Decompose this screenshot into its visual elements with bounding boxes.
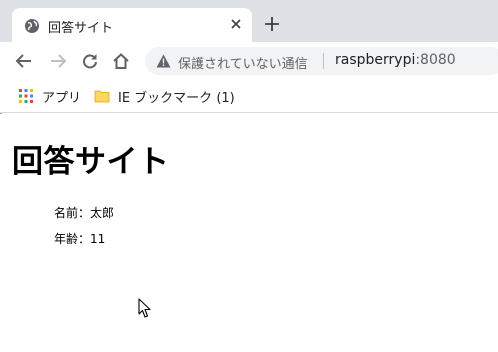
omnibox-divider [323,53,324,69]
bookmark-apps[interactable]: アプリ [18,87,88,107]
page-content: 回答サイト 名前：太郎 年齢：11 [0,114,498,352]
close-icon[interactable] [227,15,245,33]
plus-icon[interactable] [262,14,282,34]
tab-strip: 回答サイト [0,0,498,42]
reload-icon[interactable] [80,51,100,71]
warning-triangle-icon[interactable] [156,54,171,68]
tab-active[interactable]: 回答サイト [12,8,252,42]
page-title: 回答サイト [12,144,170,180]
mouse-cursor-icon [138,298,151,318]
security-status-text[interactable]: 保護されていない通信 [178,53,308,72]
tab-title: 回答サイト [48,21,114,36]
folder-icon [94,90,110,103]
arrow-left-icon[interactable] [14,51,34,71]
apps-grid-icon [19,89,33,103]
bookmark-ie-folder-label: IE ブックマーク (1) [118,91,235,106]
age-text: 年齢：11 [54,232,106,246]
url-host: raspberrypi [335,52,416,68]
bookmark-apps-label: アプリ [42,91,82,106]
browser-toolbar: 保護されていない通信 raspberrypi:8080 [0,42,498,80]
bookmarks-bar: アプリ IE ブックマーク (1) [0,80,498,113]
globe-icon [25,19,39,33]
address-bar[interactable]: 保護されていない通信 raspberrypi:8080 [145,47,498,75]
bookmark-ie-folder[interactable]: IE ブックマーク (1) [94,87,244,107]
url-text[interactable]: raspberrypi:8080 [335,52,456,68]
url-port: :8080 [415,52,456,68]
name-text: 名前：太郎 [54,206,115,220]
home-icon[interactable] [111,51,131,71]
arrow-right-icon[interactable] [48,51,68,71]
